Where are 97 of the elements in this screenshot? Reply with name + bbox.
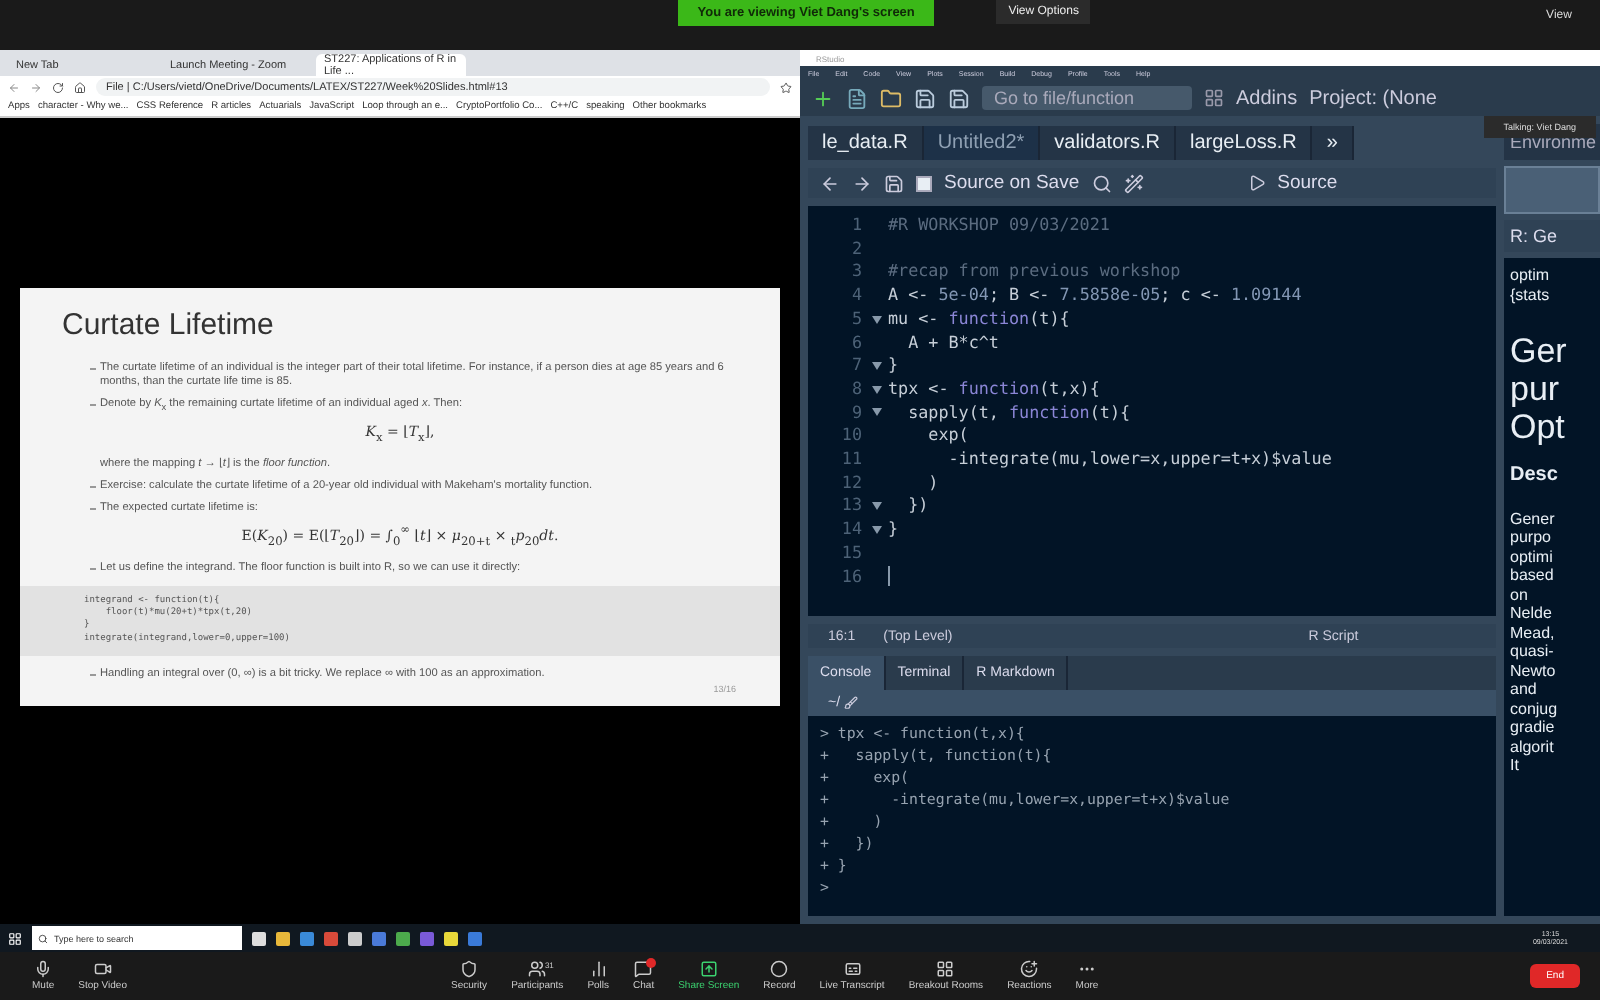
search-icon xyxy=(1091,173,1112,193)
help-text: Mead, xyxy=(1510,623,1557,642)
help-text: based xyxy=(1510,566,1556,585)
save-icon xyxy=(884,173,904,193)
fold-marker-icon[interactable] xyxy=(871,362,881,371)
line-number: 7 xyxy=(849,354,864,378)
new-file-icon xyxy=(812,87,834,109)
help-text: conjug xyxy=(1510,699,1560,718)
grid-icon xyxy=(1204,88,1224,108)
line-number: 16 xyxy=(839,565,864,589)
pane-toolbar xyxy=(1504,166,1600,214)
project-menu[interactable]: Project: (None xyxy=(1309,87,1437,109)
wand-icon xyxy=(1123,173,1144,193)
line-number: 11 xyxy=(839,448,864,472)
smiley-icon xyxy=(1020,960,1039,978)
fold-marker-icon[interactable] xyxy=(871,502,881,511)
source-button[interactable]: Source xyxy=(1277,172,1338,194)
code-line: tpx <- function(t,x){ xyxy=(888,377,1100,402)
editor-tab[interactable]: Untitled2* xyxy=(923,126,1041,160)
code-line: #R WORKSHOP 09/03/2021 xyxy=(888,214,1110,238)
play-icon xyxy=(1247,174,1266,192)
video-camera-icon xyxy=(93,960,112,978)
microphone-icon xyxy=(34,960,53,978)
line-number: 14 xyxy=(839,518,864,542)
home-icon xyxy=(74,81,86,93)
slide-title: Curtate Lifetime xyxy=(62,307,276,342)
code-line: exp( xyxy=(926,424,969,449)
help-text: gradie xyxy=(1510,718,1557,737)
help-text: Newto xyxy=(1510,661,1558,680)
code-line: ) xyxy=(926,471,939,495)
help-text: optim xyxy=(1510,266,1552,285)
line-number: 1 xyxy=(849,214,864,238)
forward-icon xyxy=(852,173,872,193)
brush-icon xyxy=(844,696,859,710)
line-number: 3 xyxy=(849,260,864,285)
checkbox[interactable] xyxy=(916,175,932,191)
help-text: quasi- xyxy=(1510,642,1556,661)
star-icon xyxy=(780,81,792,93)
code-line: } xyxy=(888,354,899,378)
search-icon xyxy=(38,933,48,943)
code-line: A <- 5e-04; B <- 7.5858e-05; c <- 1.09144 xyxy=(888,284,1302,308)
code-line: }) xyxy=(906,494,929,519)
line-number: 8 xyxy=(849,377,864,402)
code-line: A + B*c^t xyxy=(906,331,999,355)
addins-menu[interactable]: Addins xyxy=(1236,87,1298,109)
save-icon xyxy=(914,87,936,109)
back-icon xyxy=(8,81,20,93)
reload-icon xyxy=(52,81,64,93)
more-tabs-button[interactable]: » xyxy=(1312,126,1354,160)
bar-chart-icon xyxy=(589,960,608,978)
code-line: -integrate(mu,lower=x,upper=t+x)$value xyxy=(946,448,1332,472)
record-circle-icon xyxy=(770,960,789,978)
grid-icon xyxy=(936,960,955,978)
fold-marker-icon[interactable] xyxy=(871,315,881,324)
line-number: 10 xyxy=(839,424,864,449)
line-number: 9 xyxy=(849,401,864,425)
help-text: optimi xyxy=(1510,547,1555,566)
windows-start-icon xyxy=(8,931,22,945)
help-text: {stats xyxy=(1510,285,1552,304)
help-text: on xyxy=(1510,585,1530,604)
shield-icon xyxy=(460,960,479,978)
line-number: 4 xyxy=(849,284,864,308)
help-text: purpo xyxy=(1510,528,1553,547)
code-line: #recap from previous workshop xyxy=(888,260,1181,285)
code-line: mu <- function(t){ xyxy=(888,307,1070,332)
line-number: 13 xyxy=(839,494,864,519)
help-heading: Ger xyxy=(1510,332,1569,370)
line-number: 6 xyxy=(849,331,864,355)
editor-tab[interactable]: largeLoss.R xyxy=(1175,126,1313,160)
help-text: It xyxy=(1510,756,1521,775)
help-text: algorit xyxy=(1510,737,1556,756)
fold-marker-icon[interactable] xyxy=(871,385,881,394)
people-icon xyxy=(528,960,547,978)
editor-tab[interactable]: le_data.R xyxy=(808,126,924,160)
code-line: sapply(t, function(t){ xyxy=(906,401,1131,425)
captions-icon xyxy=(843,960,862,978)
help-text: Nelde xyxy=(1510,604,1554,623)
speech-bubble-icon xyxy=(634,960,653,978)
back-icon xyxy=(820,173,840,193)
line-number: 2 xyxy=(849,237,864,261)
help-heading: pur xyxy=(1510,370,1562,408)
line-number: 15 xyxy=(839,541,864,566)
help-text: Gener xyxy=(1510,509,1557,528)
help-text: and xyxy=(1510,680,1539,699)
fold-marker-icon[interactable] xyxy=(871,525,881,534)
code-line: } xyxy=(888,518,899,542)
line-number: 5 xyxy=(849,307,864,332)
text-cursor xyxy=(888,565,890,586)
line-number: 12 xyxy=(839,471,864,495)
help-topic-menu[interactable]: R: Ge xyxy=(1504,220,1600,252)
source-on-save-label: Source on Save xyxy=(944,172,1080,194)
help-heading: Opt xyxy=(1510,408,1567,446)
editor-tab[interactable]: validators.R xyxy=(1040,126,1176,160)
help-section-heading: Desc xyxy=(1510,466,1560,485)
forward-icon xyxy=(30,81,42,93)
fold-marker-icon[interactable] xyxy=(871,408,881,417)
folder-icon xyxy=(880,87,902,109)
